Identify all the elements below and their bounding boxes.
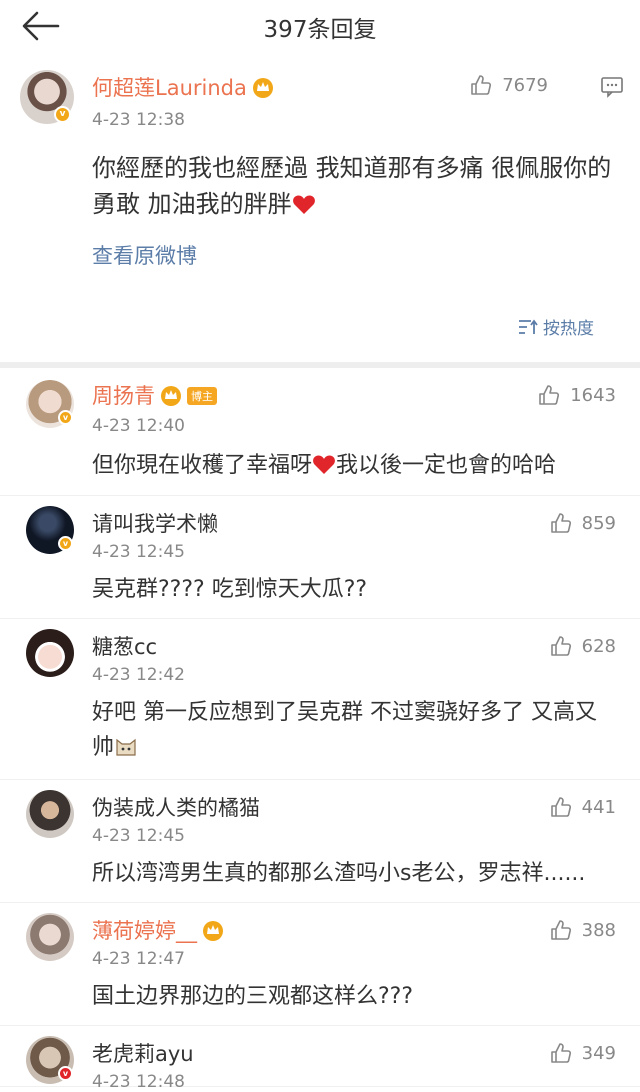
comment-time: 4-23 12:48 <box>92 1072 185 1092</box>
heart-icon <box>313 455 335 474</box>
comment-text: 所以湾湾男生真的都那么渣吗小s老公，罗志祥...... <box>92 861 586 886</box>
comment-time: 4-23 12:40 <box>92 416 185 436</box>
username[interactable]: 请叫我学术懒 <box>92 508 218 538</box>
sort-icon <box>519 319 538 334</box>
reply-icon[interactable] <box>600 76 624 98</box>
username-text: 何超莲Laurinda <box>92 76 247 100</box>
like-button[interactable]: 388 <box>550 919 616 941</box>
verified-badge-icon: v <box>58 536 73 551</box>
cat-emoji-icon <box>116 738 136 756</box>
username[interactable]: 老虎莉ayu <box>92 1038 194 1068</box>
crown-icon <box>161 386 181 406</box>
username-text: 周扬青 <box>92 384 155 408</box>
comment-text: 但你現在收穫了幸福呀 我以後一定也會的哈哈 <box>92 448 612 483</box>
comment-time: 4-23 12:42 <box>92 665 185 685</box>
comment-text: 你經歷的我也經歷過 我知道那有多痛 很佩服你的勇敢 加油我的胖胖 <box>92 150 612 222</box>
list-item: v 周扬青 博主 4-23 12:40 1643 但你現在收穫了幸福呀 我以後一定也… <box>0 368 640 496</box>
comment-text: 好吧 第一反应想到了吴克群 不过窦骁好多了 又高又帅 <box>92 695 612 765</box>
like-count: 859 <box>581 512 616 534</box>
list-item: 薄荷婷婷__ 4-23 12:47 388 国土边界那边的三观都这样么??? <box>0 903 640 1026</box>
avatar[interactable] <box>26 913 74 961</box>
comment-text-content-2: 我以後一定也會的哈哈 <box>336 453 557 478</box>
comment-time: 4-23 12:45 <box>92 542 185 562</box>
heart-icon <box>292 195 315 214</box>
view-original-link[interactable]: 查看原微博 <box>92 240 197 270</box>
verified-badge-icon: v <box>54 106 71 123</box>
like-button[interactable]: 859 <box>550 512 616 534</box>
like-count: 349 <box>581 1042 616 1064</box>
list-item: 糖葱cc 4-23 12:42 628 好吧 第一反应想到了吴克群 不过窦骁好多… <box>0 619 640 780</box>
like-button[interactable]: 628 <box>550 635 616 657</box>
thumbs-up-icon <box>550 1043 571 1063</box>
comment-time: 4-23 12:38 <box>92 110 185 130</box>
comment-text-content: 好吧 第一反应想到了吴克群 不过窦骁好多了 又高又帅 <box>92 700 597 760</box>
thumbs-up-icon <box>550 920 571 940</box>
like-button[interactable]: 441 <box>550 796 616 818</box>
like-button[interactable]: 349 <box>550 1042 616 1064</box>
like-button[interactable]: 1643 <box>538 384 616 406</box>
thumbs-up-icon <box>550 513 571 533</box>
verified-badge-icon: v <box>58 1066 73 1081</box>
like-count: 388 <box>581 919 616 941</box>
thumbs-up-icon <box>539 385 560 405</box>
comment-text-content: 你經歷的我也經歷過 我知道那有多痛 很佩服你的勇敢 加油我的胖胖 <box>92 154 612 218</box>
crown-icon <box>252 78 273 98</box>
sort-button[interactable]: 按热度 <box>517 314 594 339</box>
list-item: 伪装成人类的橘猫 4-23 12:45 441 所以湾湾男生真的都那么渣吗小s老… <box>0 780 640 903</box>
page-title: 397条回复 <box>263 17 377 43</box>
verified-badge-icon: v <box>58 410 73 425</box>
thumbs-up-icon <box>550 636 571 656</box>
like-button[interactable]: 7679 <box>470 74 548 96</box>
comment-time: 4-23 12:47 <box>92 949 185 969</box>
username[interactable]: 糖葱cc <box>92 631 157 661</box>
username[interactable]: 周扬青 博主 <box>92 380 217 410</box>
like-count: 441 <box>581 796 616 818</box>
like-count: 7679 <box>502 74 548 96</box>
comment-time: 4-23 12:45 <box>92 826 185 846</box>
like-count: 628 <box>581 635 616 657</box>
username-text: 薄荷婷婷__ <box>92 919 197 943</box>
list-item: v 请叫我学术懒 4-23 12:45 859 吴克群???? 吃到惊天大瓜?? <box>0 496 640 619</box>
username[interactable]: 伪装成人类的橘猫 <box>92 792 260 822</box>
blogger-tag: 博主 <box>187 387 217 405</box>
top-bar: 397条回复 <box>0 0 640 52</box>
list-item: v 老虎莉ayu 4-23 12:48 349 <box>0 1026 640 1092</box>
comment-text-content: 但你現在收穫了幸福呀 <box>92 453 313 478</box>
thumbs-up-icon <box>550 797 571 817</box>
like-count: 1643 <box>570 384 616 406</box>
main-comment: v 何超莲Laurinda 4-23 12:38 7679 你經歷的我也經歷過 … <box>0 52 640 362</box>
username[interactable]: 何超莲Laurinda <box>92 72 275 102</box>
username[interactable]: 薄荷婷婷__ <box>92 915 225 945</box>
crown-icon <box>203 921 223 941</box>
reply-list: v 周扬青 博主 4-23 12:40 1643 但你現在收穫了幸福呀 我以後一定也… <box>0 368 640 1092</box>
avatar[interactable] <box>26 629 74 677</box>
avatar[interactable] <box>26 790 74 838</box>
sort-label: 按热度 <box>543 319 594 339</box>
thumbs-up-icon <box>471 75 492 95</box>
comment-text: 吴克群???? 吃到惊天大瓜?? <box>92 577 368 602</box>
comment-text: 国土边界那边的三观都这样么??? <box>92 984 414 1009</box>
